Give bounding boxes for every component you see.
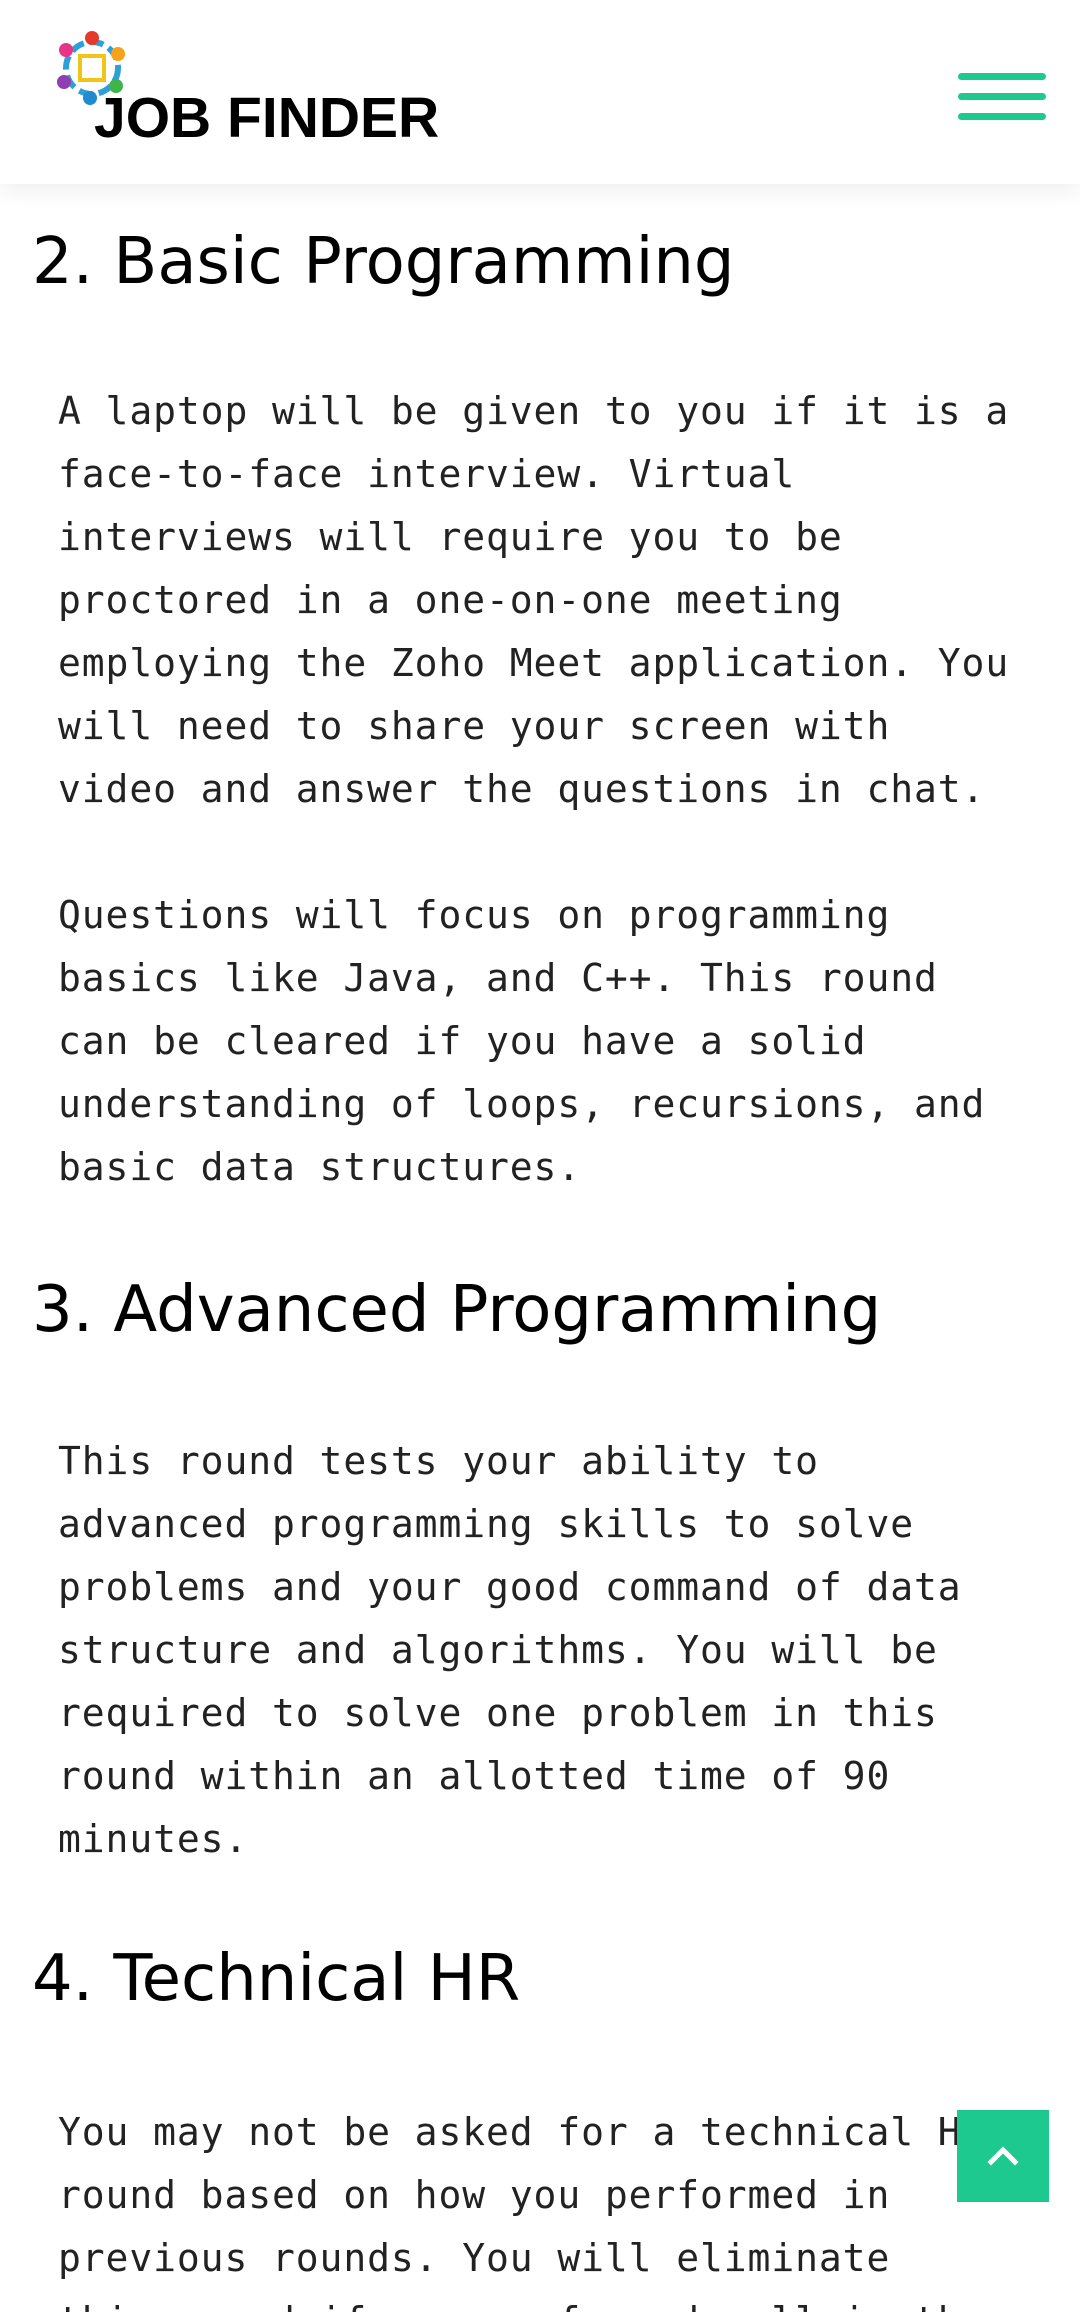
logo-wordmark: JOB FINDER	[94, 86, 440, 150]
hamburger-menu-icon[interactable]	[954, 70, 1050, 128]
site-header: JOB FINDER	[0, 0, 1080, 184]
section-paragraph: You may not be asked for a technical HR …	[58, 2110, 984, 2312]
section-title-basic-programming: 2. Basic Programming	[32, 225, 735, 299]
section-paragraph: A laptop will be given to you if it is a…	[58, 389, 1010, 811]
scroll-to-top-button[interactable]	[957, 2110, 1049, 2202]
menu-line	[958, 73, 1046, 80]
section-title-technical-hr: 4. Technical HR	[32, 1942, 521, 2016]
chevron-up-icon	[987, 2146, 1019, 2166]
section-paragraph: Questions will focus on programming basi…	[58, 893, 986, 1189]
section-title-advanced-programming: 3. Advanced Programming	[32, 1273, 882, 1347]
job-finder-logo[interactable]: JOB FINDER	[50, 26, 439, 156]
section-paragraph: This round tests your ability to advance…	[58, 1439, 962, 1861]
menu-line	[958, 93, 1046, 100]
menu-line	[958, 113, 1046, 120]
